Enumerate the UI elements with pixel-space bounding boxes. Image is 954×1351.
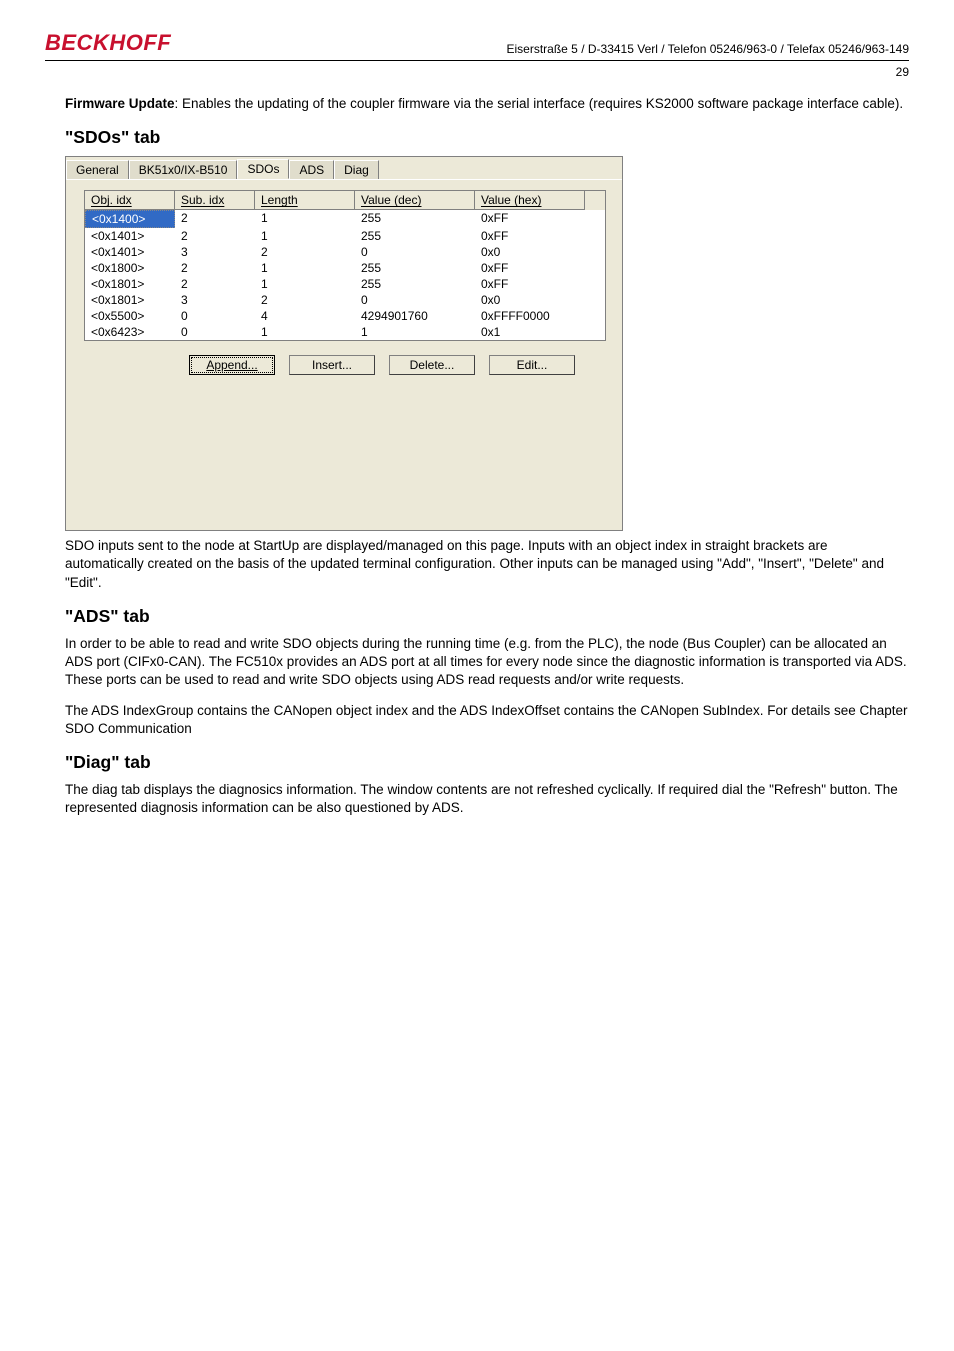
cell-obj: <0x1801> [85,276,175,292]
page-number: 29 [45,65,909,79]
table-row[interactable]: <0x1800>212550xFF [85,260,605,276]
cell-obj: <0x5500> [85,308,175,324]
tab-general[interactable]: General [66,160,129,179]
cell-obj: <0x1400> [85,210,175,228]
cell-len: 1 [255,228,355,244]
tab-diag[interactable]: Diag [334,160,379,179]
col-header-obj[interactable]: Obj. idx [85,191,175,210]
tab-strip: General BK51x0/IX-B510 SDOs ADS Diag [66,156,622,179]
cell-sub: 2 [175,228,255,244]
cell-dec: 255 [355,210,475,228]
cell-obj: <0x1401> [85,244,175,260]
sdos-tab-control: General BK51x0/IX-B510 SDOs ADS Diag Obj… [65,156,623,531]
cell-sub: 0 [175,308,255,324]
cell-len: 1 [255,210,355,228]
diag-tab-heading: "Diag" tab [65,752,909,773]
tab-sdos[interactable]: SDOs [237,159,289,179]
ads-tab-p2: The ADS IndexGroup contains the CANopen … [65,702,909,738]
cell-hex: 0xFF [475,276,585,292]
cell-hex: 0xFF [475,260,585,276]
col-header-len[interactable]: Length [255,191,355,210]
cell-len: 4 [255,308,355,324]
col-header-dec[interactable]: Value (dec) [355,191,475,210]
cell-sub: 3 [175,292,255,308]
delete-button[interactable]: Delete... [389,355,475,375]
cell-hex: 0xFF [475,210,585,228]
sdo-table-rows: <0x1400>212550xFF<0x1401>212550xFF<0x140… [85,210,605,340]
cell-sub: 2 [175,276,255,292]
firmware-update-paragraph: Firmware Update: Enables the updating of… [65,95,909,113]
table-row[interactable]: <0x1400>212550xFF [85,210,605,228]
button-row: Append... Insert... Delete... Edit... [189,355,610,375]
cell-hex: 0x0 [475,244,585,260]
cell-sub: 2 [175,260,255,276]
cell-obj: <0x1401> [85,228,175,244]
table-row[interactable]: <0x5500>0442949017600xFFFF0000 [85,308,605,324]
tab-bk51x0[interactable]: BK51x0/IX-B510 [129,160,238,179]
cell-dec: 0 [355,292,475,308]
sdo-table-header: Obj. idx Sub. idx Length Value (dec) Val… [85,191,605,210]
col-header-sub[interactable]: Sub. idx [175,191,255,210]
brand-logo: BECKHOFF [45,30,171,56]
ads-tab-p1: In order to be able to read and write SD… [65,635,909,690]
table-row[interactable]: <0x6423>0110x1 [85,324,605,340]
table-row[interactable]: <0x1401>212550xFF [85,228,605,244]
cell-sub: 3 [175,244,255,260]
cell-len: 2 [255,292,355,308]
cell-dec: 255 [355,260,475,276]
append-button[interactable]: Append... [189,355,275,375]
firmware-update-text: : Enables the updating of the coupler fi… [175,96,904,111]
table-row[interactable]: <0x1801>212550xFF [85,276,605,292]
ads-tab-heading: "ADS" tab [65,606,909,627]
cell-dec: 1 [355,324,475,340]
cell-len: 1 [255,276,355,292]
cell-dec: 255 [355,276,475,292]
firmware-update-label: Firmware Update [65,96,175,111]
cell-sub: 0 [175,324,255,340]
cell-obj: <0x6423> [85,324,175,340]
cell-dec: 4294901760 [355,308,475,324]
cell-dec: 255 [355,228,475,244]
sdos-tab-heading: "SDOs" tab [65,127,909,148]
cell-len: 1 [255,260,355,276]
tab-ads[interactable]: ADS [289,160,334,179]
header-address: Eiserstraße 5 / D-33415 Verl / Telefon 0… [507,42,910,56]
cell-hex: 0x0 [475,292,585,308]
cell-len: 2 [255,244,355,260]
cell-dec: 0 [355,244,475,260]
cell-obj: <0x1801> [85,292,175,308]
sdos-tab-description: SDO inputs sent to the node at StartUp a… [65,537,909,592]
col-header-hex[interactable]: Value (hex) [475,191,585,210]
cell-hex: 0x1 [475,324,585,340]
cell-hex: 0xFFFF0000 [475,308,585,324]
sdo-table: Obj. idx Sub. idx Length Value (dec) Val… [84,190,606,341]
edit-button[interactable]: Edit... [489,355,575,375]
cell-obj: <0x1800> [85,260,175,276]
insert-button[interactable]: Insert... [289,355,375,375]
table-row[interactable]: <0x1401>3200x0 [85,244,605,260]
cell-len: 1 [255,324,355,340]
table-row[interactable]: <0x1801>3200x0 [85,292,605,308]
cell-hex: 0xFF [475,228,585,244]
tab-body: Obj. idx Sub. idx Length Value (dec) Val… [66,179,622,530]
cell-sub: 2 [175,210,255,228]
diag-tab-p1: The diag tab displays the diagnosics inf… [65,781,909,817]
